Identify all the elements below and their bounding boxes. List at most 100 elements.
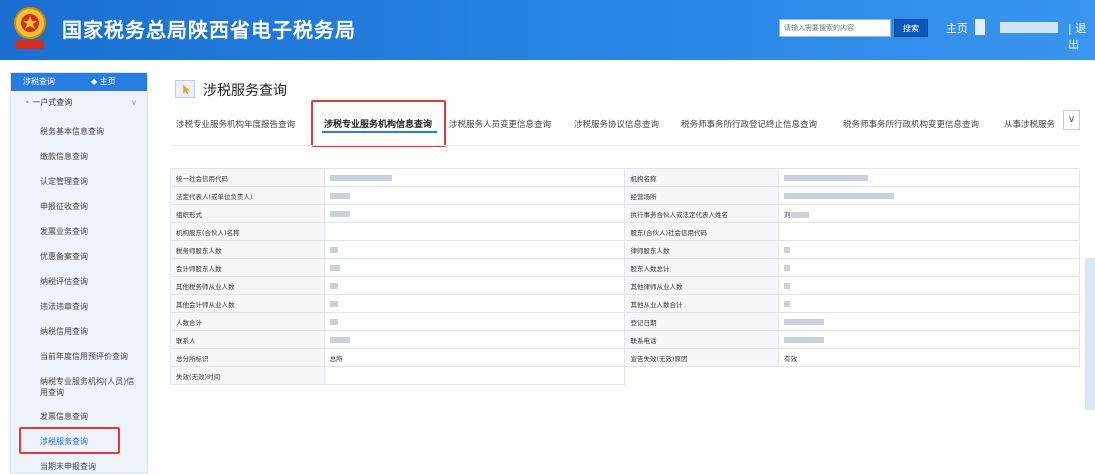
field-value: 有效 [778,348,1080,367]
field-label: 组织形式 [170,204,325,223]
field-label: 机构名称 [624,168,780,187]
redacted-value [329,318,338,325]
redacted-value [784,192,895,199]
redacted-value [784,318,825,325]
sidebar-title: 涉税查询 [23,77,55,86]
sidebar-item[interactable]: 发票业务查询 [10,226,146,237]
redacted-value [329,192,350,199]
field-label: 统一社会信用代码 [170,168,325,187]
redacted-value [784,336,825,343]
redacted-value [329,246,338,253]
logout-link[interactable]: | 退出 [1068,20,1095,52]
redacted-value [784,264,791,271]
field-label: 经营场所 [624,186,780,205]
field-label: 总分所标识 [170,348,325,367]
tab-institution-change[interactable]: 税务师事务所行政机构变更信息查询 [843,118,979,130]
field-value [778,330,1080,349]
field-value [323,204,626,223]
redacted-value [329,210,350,217]
sidebar-item[interactable]: 认定管理查询 [10,176,146,187]
sidebar-item[interactable]: 缴款信息查询 [10,151,146,162]
field-value [323,168,626,187]
sidebar-item[interactable]: 纳税评估查询 [10,276,146,287]
table-row: 联系人 联系电话 [170,330,1080,349]
tabs-divider [170,145,1080,146]
institution-info-table: 统一社会信用代码 机构名称 法定代表人(或单位负责人) 经营场所 组织形式 执行事务合伙人… [170,168,1080,385]
sidebar-item[interactable]: 当期未申报查询 [10,461,146,472]
field-value [778,168,1080,187]
redacted-value [329,336,350,343]
home-link[interactable]: 主页 [946,20,968,36]
field-label: 其他会计师从业人数 [170,294,325,313]
redacted-value [329,300,338,307]
chevron-down-icon: ∨ [131,98,137,107]
redacted-value [790,211,809,218]
redacted-value [784,174,869,181]
sidebar-item[interactable]: 纳税信用查询 [10,326,146,337]
table-row: 总分所标识 总所 宣告失效(无效)原因 有效 [170,348,1080,367]
field-value [778,294,1080,313]
sidebar-item[interactable]: 违法违章查询 [10,301,146,312]
field-value [323,330,626,349]
field-label: 登记日期 [624,312,780,331]
table-row: 其他会计师从业人数 其他从业人数合计 [170,294,1080,313]
sidebar-header: 涉税查询 ◆ 主页 [11,73,147,91]
page-cursor-icon [175,80,195,98]
field-label: 执行事务合伙人或法定代表人姓名 [624,204,780,223]
tabs-more-button[interactable]: ∨ [1063,110,1080,130]
sidebar-item[interactable]: 申报征收查询 [10,201,146,212]
field-value [323,258,626,277]
field-label: 联系电话 [624,330,780,349]
user-name[interactable] [1000,22,1058,33]
sidebar-item[interactable]: 纳税专业服务机构(人员)信用查询 [10,376,138,398]
sidebar-group-yihushi[interactable]: • 一户式查询 ∨ [11,91,147,115]
field-value [323,222,626,241]
field-label: 其他律师从业人数 [624,276,780,295]
sidebar-item[interactable]: 优惠备案查询 [10,251,146,262]
page-title: 涉税服务查询 [203,83,287,99]
search-button[interactable]: 搜索 [894,19,928,37]
table-row: 会计师股东人数 股东人数总计 [170,258,1080,277]
sidebar-item[interactable]: 发票信息查询 [10,411,146,422]
sidebar-item[interactable]: 当前年度信用预评价查询 [10,351,146,362]
redacted-value [784,300,791,307]
tab-highlight-box [311,100,446,147]
field-label: 失效(无效)时间 [170,366,325,385]
field-label: 其他从业人数合计 [624,294,780,313]
field-label: 股东人数总计 [624,258,780,277]
field-value [323,366,626,385]
redacted-value [329,174,392,181]
floating-toolbar[interactable] [1085,258,1095,410]
field-value [323,186,626,205]
field-value: 刘 [778,204,1080,223]
table-row: 其他税务师从业人数 其他律师从业人数 [170,276,1080,295]
field-label: 联系人 [170,330,325,349]
tab-tax-service[interactable]: 从事涉税服务 [1004,118,1055,130]
table-row: 失效(无效)时间 [170,366,1080,385]
table-row: 法定代表人(或单位负责人) 经营场所 [170,186,1080,205]
tab-staff-change[interactable]: 涉税服务人员变更信息查询 [449,118,551,130]
search-input[interactable] [779,19,891,37]
tab-agreement-info[interactable]: 涉税服务协议信息查询 [574,118,659,130]
table-row: 人数合计 登记日期 [170,312,1080,331]
sidebar-home-link[interactable]: ◆ 主页 [91,73,116,91]
tab-annual-report[interactable]: 涉税专业服务机构年度报告查询 [176,118,295,130]
top-header: 国家税务总局陕西省电子税务局 搜索 主页 | 退出 [0,0,1095,60]
sidebar-highlight-box [19,427,120,454]
sidebar-item[interactable]: 税务基本信息查询 [10,126,146,137]
field-value [778,240,1080,259]
tab-registration-termination[interactable]: 税务师事务所行政登记终止信息查询 [681,118,817,130]
table-row: 组织形式 执行事务合伙人或法定代表人姓名刘 [170,204,1080,223]
field-value [778,312,1080,331]
field-value [323,294,626,313]
sidebar-group-label: 一户式查询 [32,98,73,107]
redacted-value [329,264,340,271]
table-row: 统一社会信用代码 机构名称 [170,168,1080,187]
field-value [323,312,626,331]
field-label: 会计师股东人数 [170,258,325,277]
field-label: 股东(合伙人)社会信用代码 [624,222,780,241]
field-value [778,258,1080,277]
field-label: 人数合计 [170,312,325,331]
user-avatar[interactable] [975,19,985,35]
field-value: 总所 [323,348,626,367]
